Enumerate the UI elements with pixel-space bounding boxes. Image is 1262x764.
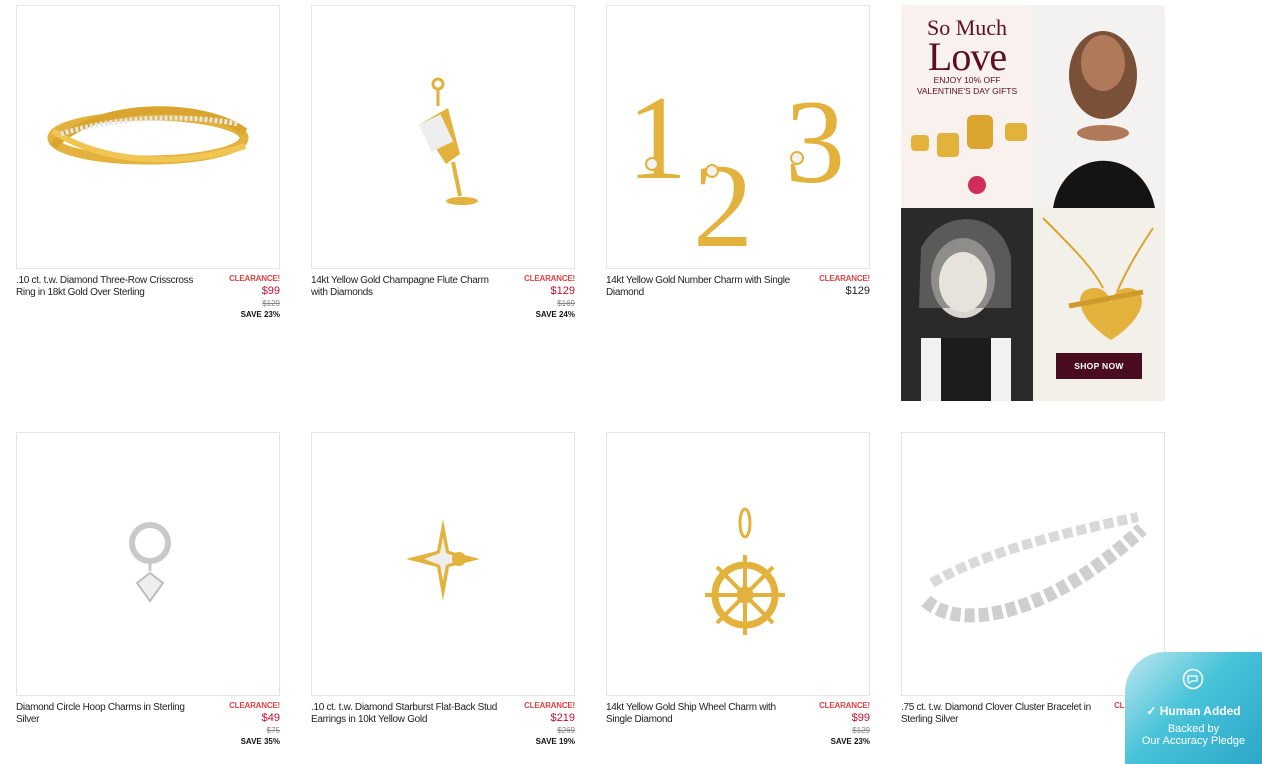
product-name[interactable]: 14kt Yellow Gold Ship Wheel Charm with S…: [606, 702, 796, 725]
original-price: $169: [557, 299, 575, 308]
svg-text:3: 3: [785, 75, 845, 208]
product-name[interactable]: 14kt Yellow Gold Champagne Flute Charm w…: [311, 275, 501, 298]
promo-text-panel: So Much Love ENJOY 10% OFF VALENTINE'S D…: [901, 5, 1033, 208]
product-name[interactable]: 14kt Yellow Gold Number Charm with Singl…: [606, 275, 796, 298]
woman-portrait-image: [1033, 5, 1165, 208]
sale-price: $219: [550, 712, 575, 724]
ship-wheel-charm-image: [705, 507, 785, 635]
product-name[interactable]: .10 ct. t.w. Diamond Three-Row Crisscros…: [16, 275, 206, 298]
svg-text:1: 1: [627, 71, 687, 204]
model-photo-top: [1033, 5, 1165, 208]
savings-label: SAVE 24%: [535, 310, 575, 319]
product-image[interactable]: 1 2 3: [606, 5, 870, 269]
clearance-badge: CLEARANCE!: [819, 701, 870, 710]
ring-image: [47, 106, 249, 165]
clearance-badge: CLEARANCE!: [229, 701, 280, 710]
hoop-charm-image: [129, 522, 171, 603]
pledge-title-text: Human Added: [1159, 704, 1241, 718]
smiling-woman-image: [901, 208, 1033, 401]
shop-now-button[interactable]: SHOP NOW: [1056, 353, 1142, 379]
starburst-earring-image: [406, 519, 480, 601]
product-image[interactable]: [311, 432, 575, 696]
original-price: $129: [262, 299, 280, 308]
sale-price: $99: [851, 712, 870, 724]
clover-bracelet-image: [921, 512, 1147, 623]
sale-price: $129: [550, 285, 575, 297]
product-card[interactable]: .10 ct. t.w. Diamond Three-Row Crisscros…: [16, 5, 280, 329]
original-price: $129: [852, 726, 870, 735]
valentines-promo-banner[interactable]: So Much Love ENJOY 10% OFF VALENTINE'S D…: [901, 5, 1165, 401]
product-image[interactable]: [606, 432, 870, 696]
clearance-badge: CLEARANCE!: [229, 274, 280, 283]
product-name[interactable]: .10 ct. t.w. Diamond Starburst Flat-Back…: [311, 702, 501, 725]
product-card[interactable]: 14kt Yellow Gold Champagne Flute Charm w…: [311, 5, 575, 329]
product-card[interactable]: 14kt Yellow Gold Ship Wheel Charm with S…: [606, 432, 870, 756]
original-price: $75: [266, 726, 280, 735]
pledge-line2: Our Accuracy Pledge: [1141, 735, 1246, 747]
savings-label: SAVE 23%: [830, 737, 870, 746]
clearance-badge: CLEARANCE!: [819, 274, 870, 283]
original-price: $269: [557, 726, 575, 735]
savings-label: SAVE 23%: [240, 310, 280, 319]
product-name[interactable]: Diamond Circle Hoop Charms in Sterling S…: [16, 702, 206, 725]
product-card[interactable]: Diamond Circle Hoop Charms in Sterling S…: [16, 432, 280, 756]
sale-price: $49: [261, 712, 280, 724]
savings-label: SAVE 19%: [535, 737, 575, 746]
product-image[interactable]: [311, 5, 575, 269]
model-photo-bottom: [901, 208, 1033, 401]
pledge-line1: Backed by: [1167, 723, 1220, 735]
svg-text:2: 2: [693, 139, 753, 268]
accuracy-pledge-widget[interactable]: ✓ Human Added Backed by Our Accuracy Ple…: [1125, 652, 1262, 764]
savings-label: SAVE 35%: [240, 737, 280, 746]
sale-price: $99: [261, 285, 280, 297]
product-image[interactable]: [901, 432, 1165, 696]
champagne-charm-image: [418, 77, 478, 205]
pledge-title: ✓ Human Added: [1125, 704, 1262, 718]
product-image[interactable]: [16, 432, 280, 696]
product-image[interactable]: [16, 5, 280, 269]
chat-bubble-icon: [1182, 668, 1204, 690]
product-card[interactable]: 1 2 3 14kt Yellow Gold Number Charm with…: [606, 5, 870, 329]
price: $129: [845, 285, 870, 297]
number-charms-image: 1 2 3: [627, 71, 845, 268]
clearance-badge: CLEARANCE!: [524, 274, 575, 283]
charm-beads-image: [911, 115, 1027, 194]
product-card[interactable]: .10 ct. t.w. Diamond Starburst Flat-Back…: [311, 432, 575, 756]
check-circle-icon: ✓: [1146, 704, 1157, 718]
product-name[interactable]: .75 ct. t.w. Diamond Clover Cluster Brac…: [901, 702, 1091, 725]
clearance-badge: CLEARANCE!: [524, 701, 575, 710]
